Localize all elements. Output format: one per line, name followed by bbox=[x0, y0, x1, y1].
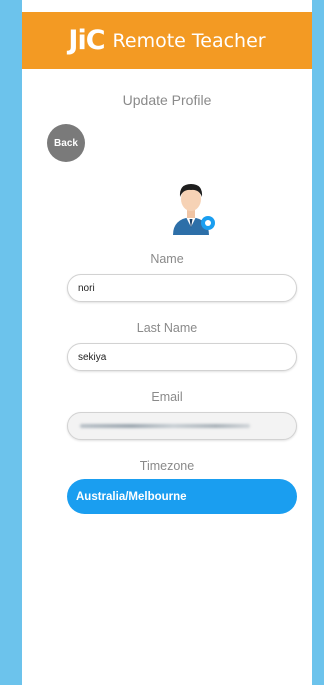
name-label: Name bbox=[150, 252, 184, 266]
timezone-value: Australia/Melbourne bbox=[76, 490, 187, 503]
email-label: Email bbox=[151, 390, 183, 404]
last-name-input[interactable]: sekiya bbox=[67, 343, 297, 371]
avatar[interactable] bbox=[161, 175, 221, 235]
name-input-value: nori bbox=[78, 282, 95, 294]
name-input[interactable]: nori bbox=[67, 274, 297, 302]
last-name-label: Last Name bbox=[136, 321, 198, 335]
timezone-label: Timezone bbox=[139, 459, 195, 473]
last-name-input-value: sekiya bbox=[78, 351, 107, 363]
right-background bbox=[312, 0, 324, 685]
email-input[interactable] bbox=[67, 412, 297, 440]
timezone-select[interactable]: Australia/Melbourne bbox=[67, 479, 297, 514]
page-title: Update Profile bbox=[122, 92, 212, 108]
user-avatar-icon bbox=[173, 184, 215, 235]
back-button[interactable]: Back bbox=[47, 124, 85, 162]
left-background bbox=[0, 0, 22, 685]
app-header: JiC Remote Teacher bbox=[22, 12, 312, 69]
app-title: Remote Teacher bbox=[112, 29, 266, 52]
email-redacted-value bbox=[80, 424, 250, 428]
app-container: JiC Remote Teacher Update Profile Back N… bbox=[22, 0, 312, 685]
jic-logo: JiC bbox=[68, 25, 105, 56]
logo-text: JiC bbox=[68, 25, 105, 56]
